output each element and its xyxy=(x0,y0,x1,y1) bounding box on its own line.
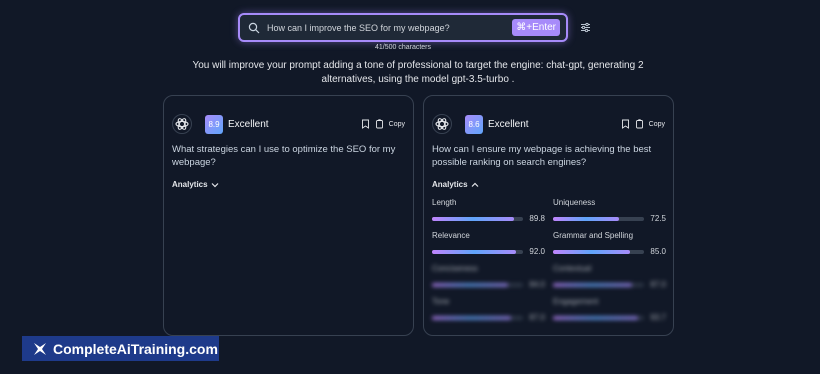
metric-bar xyxy=(432,217,523,221)
metric-uniqueness: Uniqueness 72.5 xyxy=(553,198,666,224)
metric-bar xyxy=(553,316,644,320)
copy-icon[interactable] xyxy=(375,119,384,129)
metric-value: 92.0 xyxy=(529,247,545,256)
copy-button[interactable]: Copy xyxy=(389,121,405,128)
brand-watermark: CompleteAiTraining.com xyxy=(22,336,219,361)
score-badge: 8.6 xyxy=(465,114,483,134)
metric-value: 72.5 xyxy=(650,214,666,223)
prompt-search-bar[interactable]: ⌘+Enter xyxy=(238,13,568,42)
prompt-alternative-text: What strategies can I use to optimize th… xyxy=(172,144,396,168)
metric-contextual: Contextual 87.0 xyxy=(553,264,666,290)
metric-bar xyxy=(553,250,644,254)
metric-label: Tone xyxy=(432,297,450,306)
submit-button[interactable]: ⌘+Enter xyxy=(512,19,560,36)
brand-logo-icon xyxy=(34,342,46,355)
metric-label: Relevance xyxy=(432,231,470,240)
metric-value: 84.0 xyxy=(529,280,545,289)
openai-logo-icon xyxy=(432,114,452,134)
metric-value: 89.8 xyxy=(529,214,545,223)
metric-label: Length xyxy=(432,198,457,207)
metric-label: Contextual xyxy=(553,264,592,273)
analytics-toggle[interactable]: Analytics xyxy=(172,180,219,189)
analytics-label: Analytics xyxy=(172,180,208,189)
metric-bar xyxy=(553,283,644,287)
intro-text: You will improve your prompt adding a to… xyxy=(192,60,644,85)
analytics-toggle[interactable]: Analytics xyxy=(432,180,479,189)
metric-engagement: Engagement 93.7 xyxy=(553,297,666,323)
metric-value: 87.0 xyxy=(650,280,666,289)
metric-label: Conciseness xyxy=(432,264,478,273)
prompt-input[interactable] xyxy=(267,22,513,33)
chevron-down-icon xyxy=(211,182,219,187)
brand-name: CompleteAiTraining.com xyxy=(53,340,218,357)
result-card-2: 8.6 Excellent Copy How can I ensure my w… xyxy=(423,95,674,336)
score-badge: 8.9 xyxy=(205,114,223,134)
prompt-alternative-text: How can I ensure my webpage is achieving… xyxy=(432,144,652,168)
analytics-label: Analytics xyxy=(432,180,468,189)
metric-length: Length 89.8 xyxy=(432,198,545,224)
copy-icon[interactable] xyxy=(635,119,644,129)
metric-conciseness: Conciseness 84.0 xyxy=(432,264,545,290)
metric-bar xyxy=(553,217,644,221)
chevron-up-icon xyxy=(471,182,479,187)
character-count: 41/500 characters xyxy=(374,44,432,51)
metric-label: Uniqueness xyxy=(553,198,596,207)
metric-tone: Tone 87.0 xyxy=(432,297,545,323)
bookmark-icon[interactable] xyxy=(361,119,370,129)
metric-bar xyxy=(432,250,523,254)
result-card-1: 8.9 Excellent Copy What strategies can I… xyxy=(163,95,414,336)
metric-value: 85.0 xyxy=(650,247,666,256)
openai-logo-icon xyxy=(172,114,192,134)
metric-value: 87.0 xyxy=(529,313,545,322)
metric-bar xyxy=(432,283,523,287)
rating-label: Excellent xyxy=(488,118,529,130)
search-icon xyxy=(248,22,260,33)
metric-grammar-spelling: Grammar and Spelling 85.0 xyxy=(553,231,666,257)
bookmark-icon[interactable] xyxy=(621,119,630,129)
metric-relevance: Relevance 92.0 xyxy=(432,231,545,257)
settings-sliders-icon[interactable] xyxy=(580,22,591,33)
copy-button[interactable]: Copy xyxy=(649,121,665,128)
metric-label: Grammar and Spelling xyxy=(553,231,634,240)
metric-value: 93.7 xyxy=(650,313,666,322)
metric-bar xyxy=(432,316,523,320)
rating-label: Excellent xyxy=(228,118,269,130)
metric-label: Engagement xyxy=(553,297,599,306)
